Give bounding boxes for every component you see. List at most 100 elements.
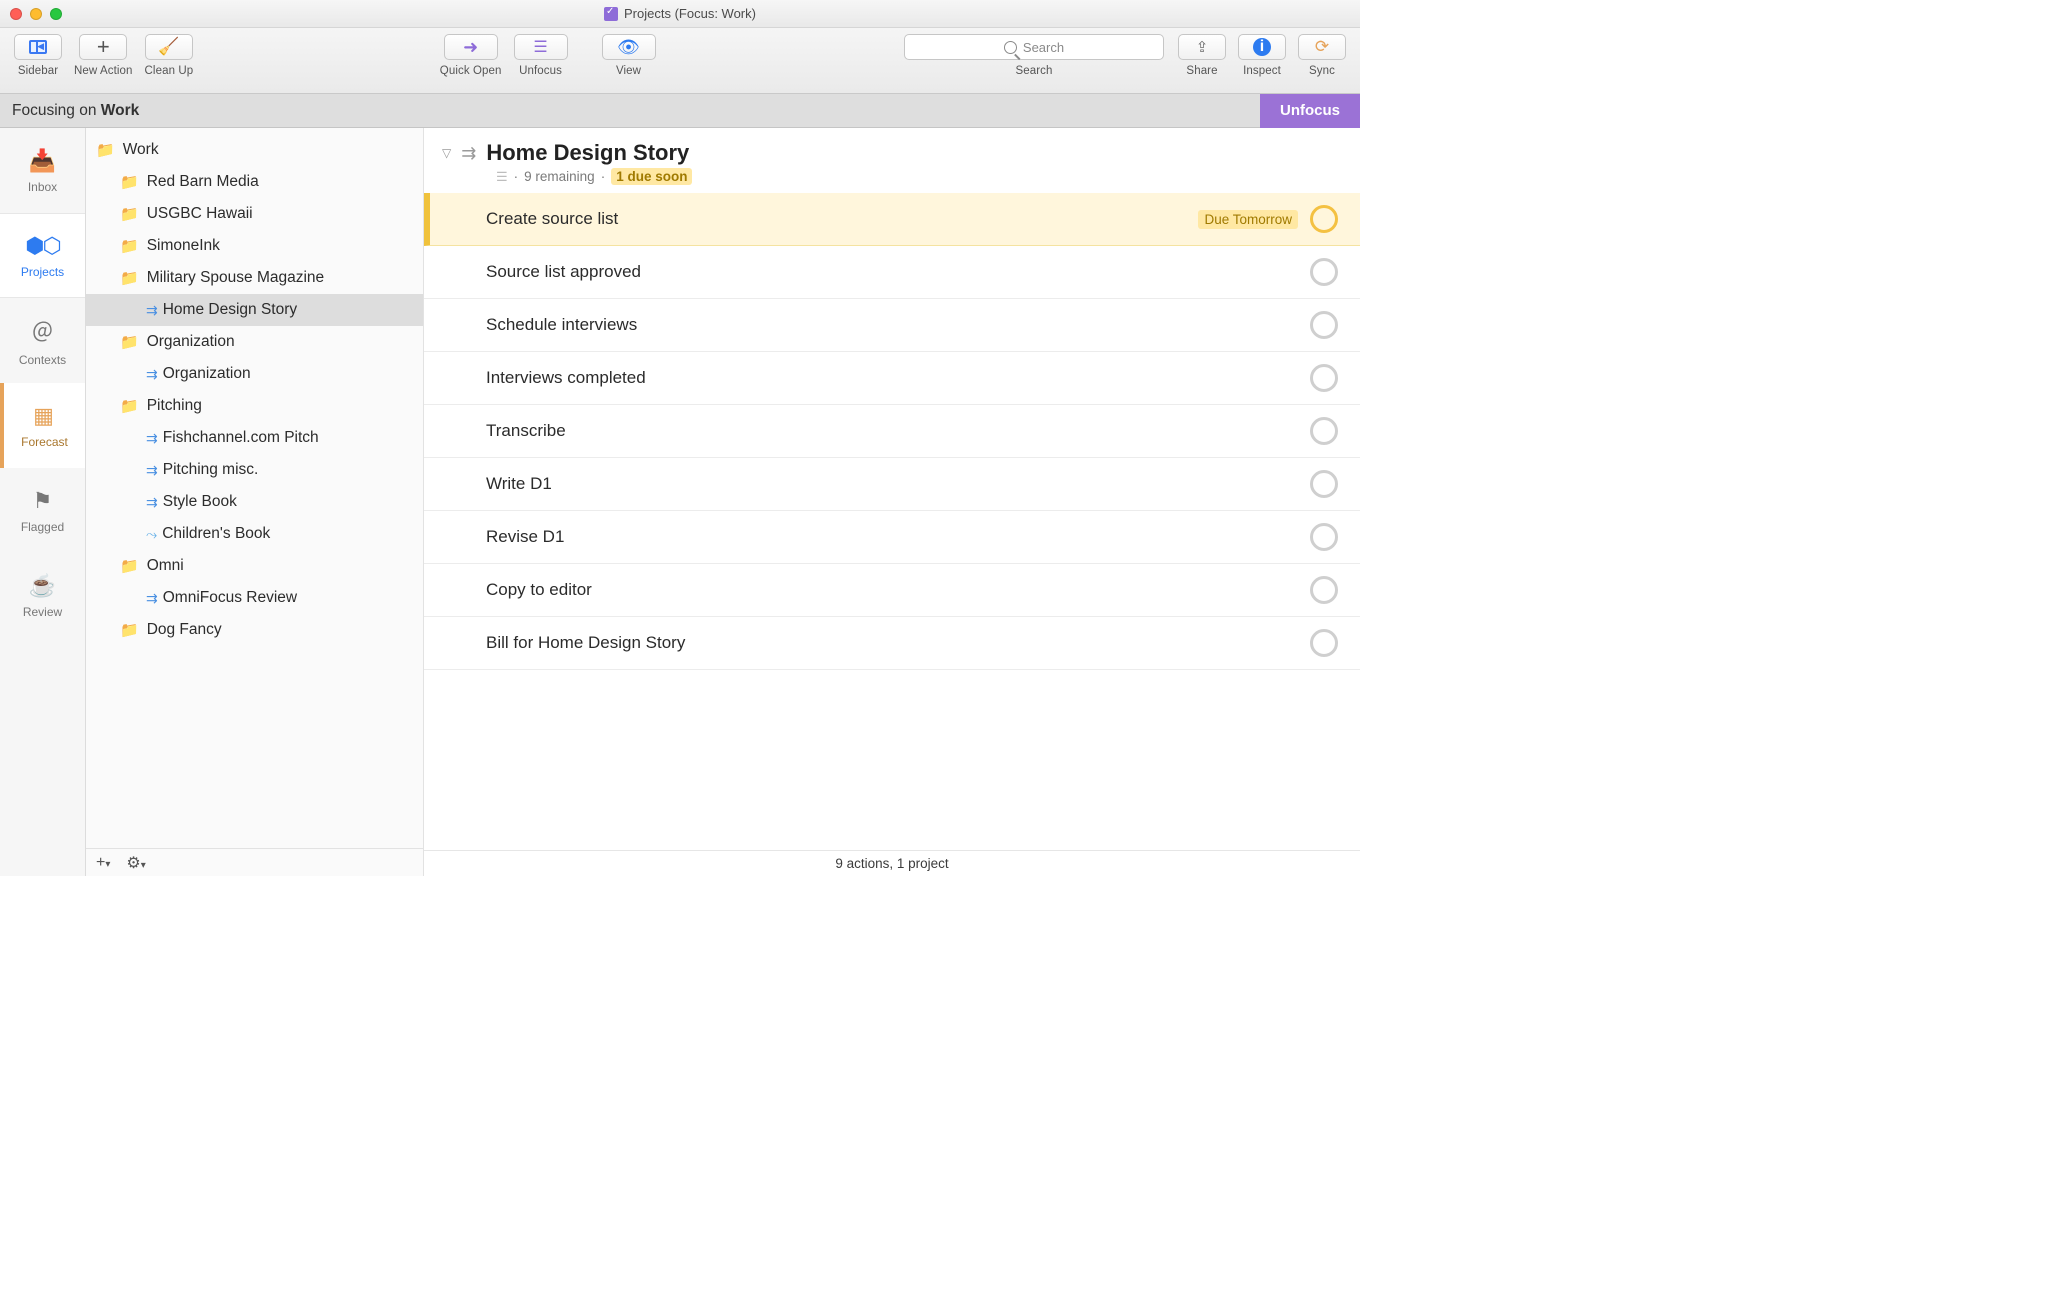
task-row[interactable]: Source list approved <box>424 246 1360 299</box>
sidebar-folder[interactable]: 📁 Red Barn Media <box>86 166 423 198</box>
folder-icon: 📁 <box>120 173 139 191</box>
coffee-icon: ☕ <box>29 573 56 599</box>
parallel-project-icon: ⇉ <box>146 302 155 319</box>
eye-icon: 👁 <box>617 37 640 58</box>
task-row[interactable]: Revise D1 <box>424 511 1360 564</box>
task-name: Interviews completed <box>486 368 646 388</box>
inspect-button[interactable]: i <box>1238 34 1286 60</box>
sidebar-folder[interactable]: 📁Omni <box>86 550 423 582</box>
quick-open-icon: ➜ <box>463 37 478 58</box>
sidebar-item-label: OmniFocus Review <box>163 589 297 607</box>
gear-menu-button[interactable]: ⚙▾ <box>126 853 145 873</box>
sidebar-project[interactable]: ⤳Children's Book <box>86 518 423 550</box>
sidebar-project[interactable]: ⇉Pitching misc. <box>86 454 423 486</box>
disclosure-triangle[interactable]: ▽ <box>442 146 451 160</box>
status-circle[interactable] <box>1310 417 1338 445</box>
at-icon: ＠ <box>31 315 53 347</box>
status-circle[interactable] <box>1310 258 1338 286</box>
status-circle[interactable] <box>1310 523 1338 551</box>
task-row[interactable]: Schedule interviews <box>424 299 1360 352</box>
add-menu-button[interactable]: +▾ <box>96 854 110 872</box>
status-circle[interactable] <box>1310 364 1338 392</box>
share-icon: ⇪ <box>1196 38 1209 56</box>
plus-icon: + <box>97 38 110 56</box>
search-icon <box>1004 41 1017 54</box>
clean-up-button[interactable]: 🧹 <box>145 34 193 60</box>
sidebar-item-label: Red Barn Media <box>147 173 259 191</box>
sidebar-project[interactable]: ⇉Organization <box>86 358 423 390</box>
task-name: Bill for Home Design Story <box>486 633 685 653</box>
info-icon: i <box>1253 38 1271 56</box>
sidebar-folder[interactable]: 📁Organization <box>86 326 423 358</box>
main-outline: ▽ ⇉ Home Design Story ☰ · 9 remaining · … <box>424 128 1360 876</box>
task-row[interactable]: Transcribe <box>424 405 1360 458</box>
note-icon[interactable]: ☰ <box>496 169 508 185</box>
window-title: Projects (Focus: Work) <box>624 6 756 21</box>
minimize-window[interactable] <box>30 8 42 20</box>
sidebar-folder[interactable]: 📁USGBC Hawaii <box>86 198 423 230</box>
list-icon: ☰ <box>533 37 547 57</box>
status-circle[interactable] <box>1310 205 1338 233</box>
sidebar-project[interactable]: ⇉OmniFocus Review <box>86 582 423 614</box>
close-window[interactable] <box>10 8 22 20</box>
folder-icon: 📁 <box>120 205 139 223</box>
dot-sep: · <box>514 169 519 184</box>
sidebar-folder[interactable]: 📁 Work <box>86 134 423 166</box>
projects-icon: ⬢⬡ <box>25 233 59 259</box>
task-list: Create source listDue TomorrowSource lis… <box>424 193 1360 850</box>
due-badge: Due Tomorrow <box>1198 210 1298 229</box>
task-row[interactable]: Bill for Home Design Story <box>424 617 1360 670</box>
task-row[interactable]: Interviews completed <box>424 352 1360 405</box>
view-label: View <box>616 65 641 77</box>
sidebar-item-label: Work <box>123 141 159 159</box>
sidebar-project[interactable]: ⇉Home Design Story <box>86 294 423 326</box>
sync-button[interactable]: ⟳ <box>1298 34 1346 60</box>
search-label: Search <box>1015 65 1052 77</box>
rail-review[interactable]: ☕ Review <box>0 553 85 638</box>
rail-inbox-label: Inbox <box>28 180 57 194</box>
sidebar-project[interactable]: ⇉Style Book <box>86 486 423 518</box>
unfocus-toolbar-button[interactable]: ☰ <box>514 34 568 60</box>
new-action-button[interactable]: + <box>79 34 127 60</box>
folder-icon: 📁 <box>96 141 115 159</box>
quick-open-button[interactable]: ➜ <box>444 34 498 60</box>
rail-contexts[interactable]: ＠ Contexts <box>0 298 85 383</box>
sidebar-folder[interactable]: 📁SimoneInk <box>86 230 423 262</box>
status-circle[interactable] <box>1310 629 1338 657</box>
sidebar-folder[interactable]: 📁Military Spouse Magazine <box>86 262 423 294</box>
status-circle[interactable] <box>1310 311 1338 339</box>
sidebar-item-label: Style Book <box>163 493 237 511</box>
rail-projects[interactable]: ⬢⬡ Projects <box>0 213 85 298</box>
task-row[interactable]: Copy to editor <box>424 564 1360 617</box>
sidebar-folder[interactable]: 📁Pitching <box>86 390 423 422</box>
flag-icon: ⚑ <box>33 488 53 514</box>
status-circle[interactable] <box>1310 576 1338 604</box>
sidebar-label: Sidebar <box>18 65 58 77</box>
clean-up-label: Clean Up <box>145 65 194 77</box>
sidebar-button[interactable] <box>14 34 62 60</box>
rail-flagged[interactable]: ⚑ Flagged <box>0 468 85 553</box>
unfocus-toolbar-label: Unfocus <box>519 65 562 77</box>
sidebar-item-label: Children's Book <box>162 525 270 543</box>
sidebar-item-label: Dog Fancy <box>147 621 222 639</box>
rail-inbox[interactable]: 📥 Inbox <box>0 128 85 213</box>
outline-title: Home Design Story <box>486 140 689 166</box>
search-input[interactable]: Search <box>904 34 1164 60</box>
sidebar-item-label: Pitching misc. <box>163 461 259 479</box>
sidebar-project[interactable]: ⇉Fishchannel.com Pitch <box>86 422 423 454</box>
view-button[interactable]: 👁 <box>602 34 656 60</box>
toolbar: Sidebar + New Action 🧹 Clean Up ➜ Quick … <box>0 28 1360 94</box>
task-row[interactable]: Write D1 <box>424 458 1360 511</box>
focus-strip: Focusing on Work Unfocus <box>0 94 1360 128</box>
task-name: Transcribe <box>486 421 566 441</box>
share-button[interactable]: ⇪ <box>1178 34 1226 60</box>
unfocus-button[interactable]: Unfocus <box>1260 94 1360 128</box>
rail-forecast[interactable]: ▦ Forecast <box>0 383 85 468</box>
parallel-project-icon: ⇉ <box>146 430 155 447</box>
zoom-window[interactable] <box>50 8 62 20</box>
project-list-scroll[interactable]: 📁 Work 📁 Red Barn Media 📁USGBC Hawaii📁Simone… <box>86 128 423 848</box>
sidebar-folder[interactable]: 📁Dog Fancy <box>86 614 423 646</box>
task-row[interactable]: Create source listDue Tomorrow <box>424 193 1360 246</box>
status-circle[interactable] <box>1310 470 1338 498</box>
dot-sep: · <box>601 169 606 184</box>
